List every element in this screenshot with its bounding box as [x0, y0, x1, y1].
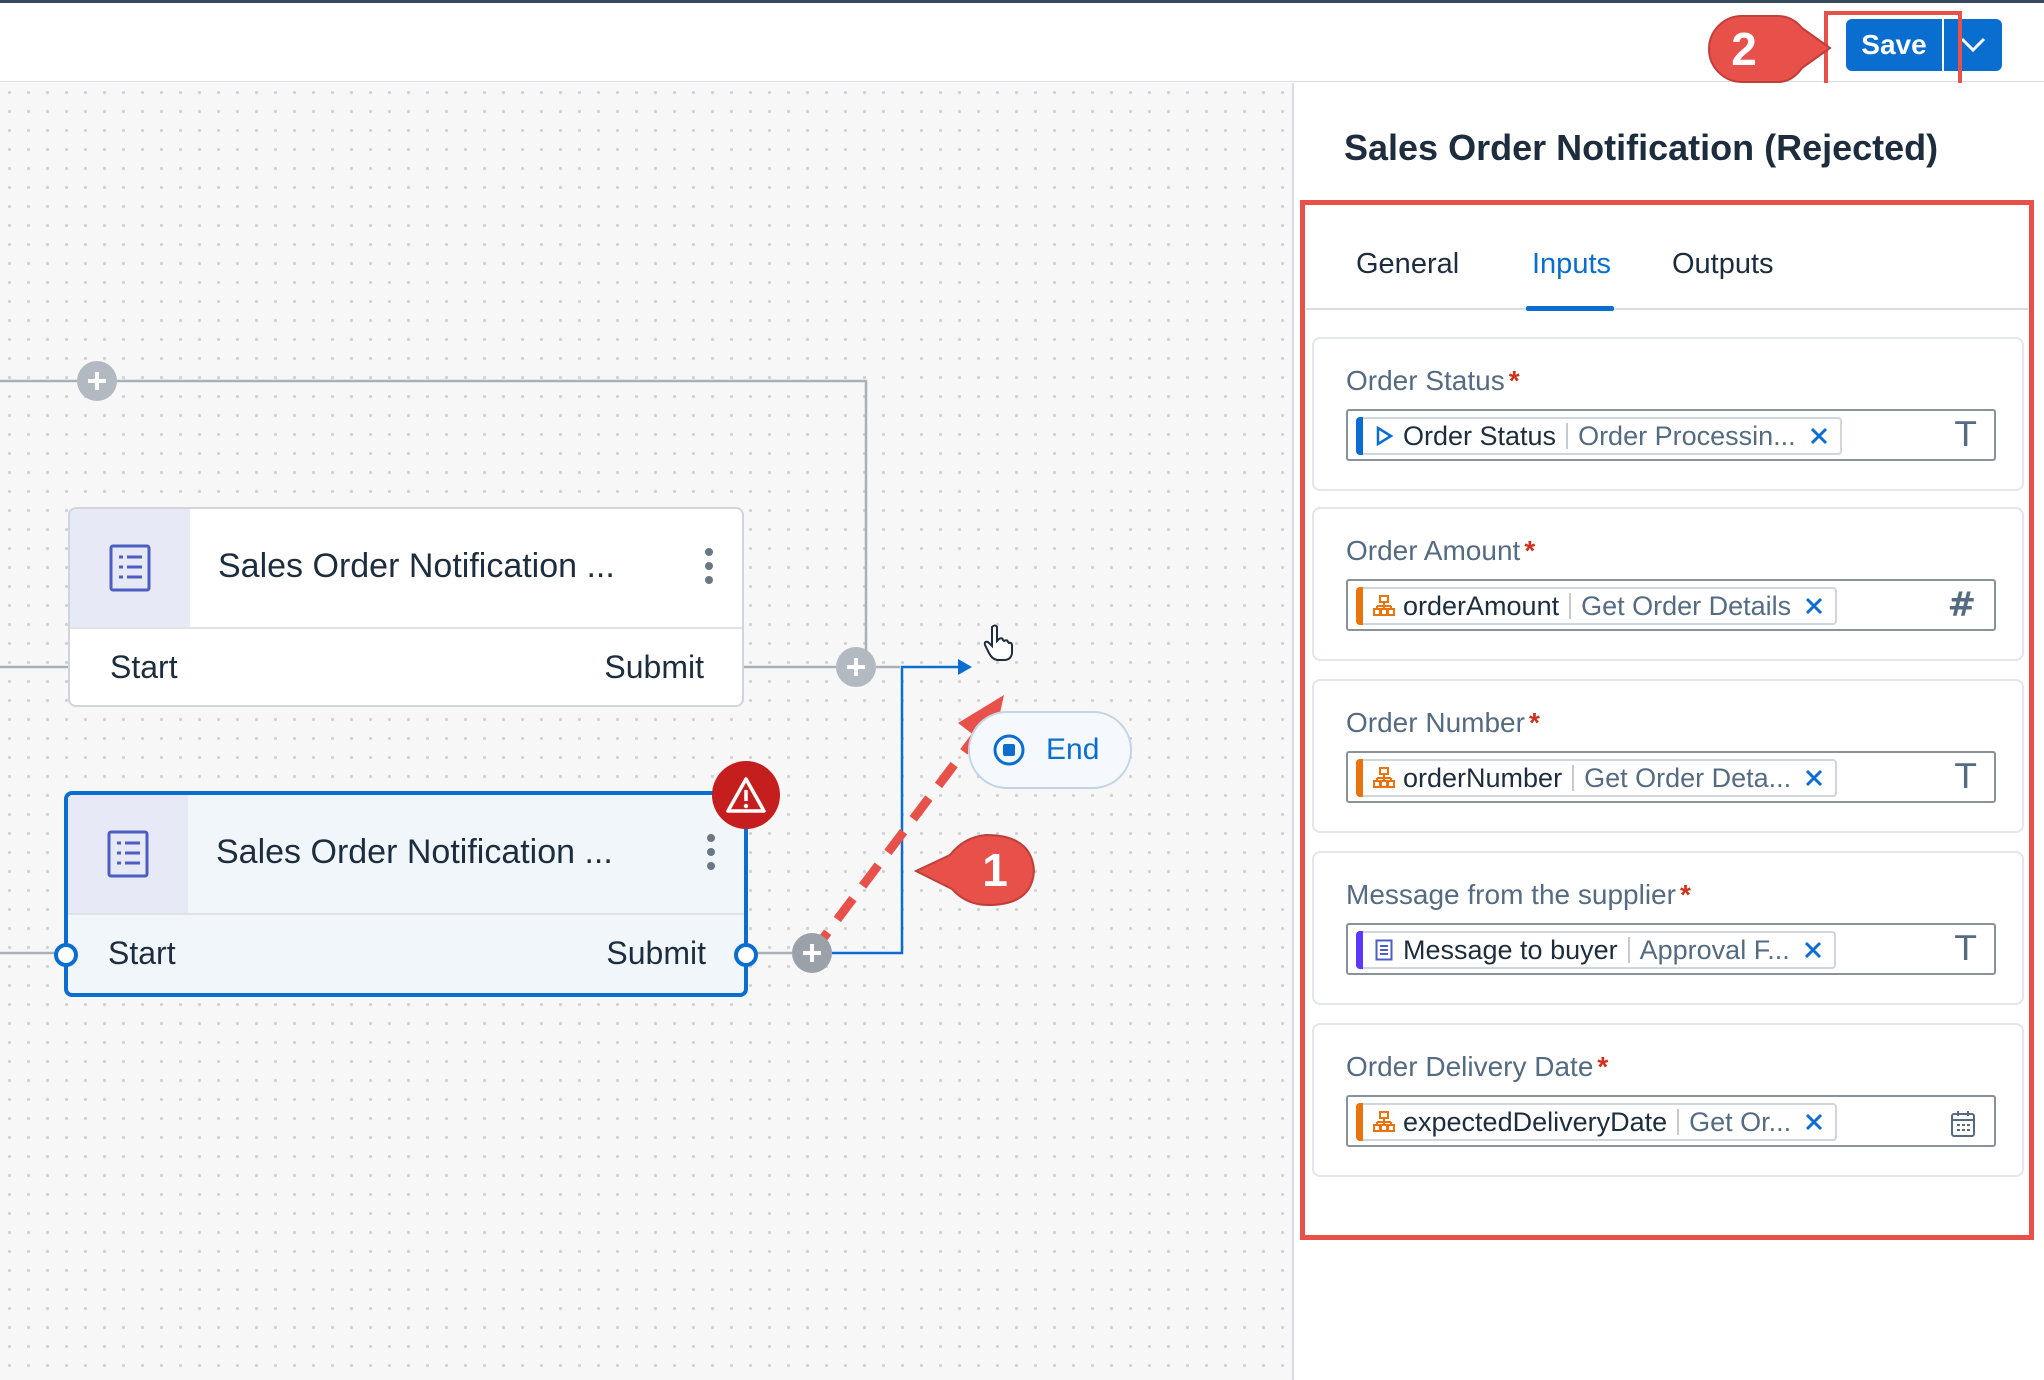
- callout-number: 2: [1731, 23, 1757, 75]
- workflow-canvas[interactable]: Sales Order Notification ... Start Submi…: [0, 83, 1294, 1380]
- workflow-node-1[interactable]: Sales Order Notification ... Start Submi…: [68, 507, 744, 707]
- form-icon: [68, 795, 188, 913]
- add-step-button-top[interactable]: [77, 361, 117, 401]
- chevron-down-icon: [1960, 37, 1986, 53]
- callout-2: 2: [1706, 10, 1836, 90]
- start-port-label: Start: [108, 935, 176, 971]
- callout-1: 1: [912, 827, 1042, 911]
- more-options-icon[interactable]: [706, 833, 716, 876]
- plus-icon: [803, 944, 821, 962]
- submit-port-label: Submit: [606, 935, 706, 971]
- submit-port-label: Submit: [604, 649, 704, 685]
- add-step-button-middle[interactable]: [836, 647, 876, 687]
- panel-title: Sales Order Notification (Rejected): [1344, 127, 1939, 168]
- save-highlight-box: [1824, 11, 1962, 87]
- node-title: Sales Order Notification ...: [218, 547, 615, 585]
- properties-panel: Sales Order Notification (Rejected) Gene…: [1296, 83, 2044, 1380]
- callout-number: 1: [982, 844, 1008, 896]
- workflow-node-2[interactable]: Sales Order Notification ... Start Submi…: [54, 791, 758, 997]
- more-options-icon[interactable]: [704, 547, 714, 590]
- submit-port-handle[interactable]: [734, 943, 758, 967]
- plus-icon: [847, 658, 865, 676]
- add-step-button-bottom[interactable]: [792, 933, 832, 973]
- end-node[interactable]: End: [968, 711, 1132, 789]
- plus-icon: [88, 372, 106, 390]
- node-title: Sales Order Notification ...: [216, 833, 613, 871]
- warning-icon[interactable]: [712, 761, 780, 829]
- inputs-highlight-box: [1300, 200, 2034, 1240]
- start-port-label: Start: [110, 649, 178, 685]
- node-header: Sales Order Notification ...: [70, 509, 742, 629]
- node-header: Sales Order Notification ...: [68, 795, 744, 915]
- start-port-handle[interactable]: [54, 943, 78, 967]
- end-node-label: End: [1046, 733, 1100, 766]
- hand-cursor-icon: [983, 624, 1013, 661]
- form-icon: [70, 509, 190, 627]
- stop-circle-icon: [993, 734, 1025, 766]
